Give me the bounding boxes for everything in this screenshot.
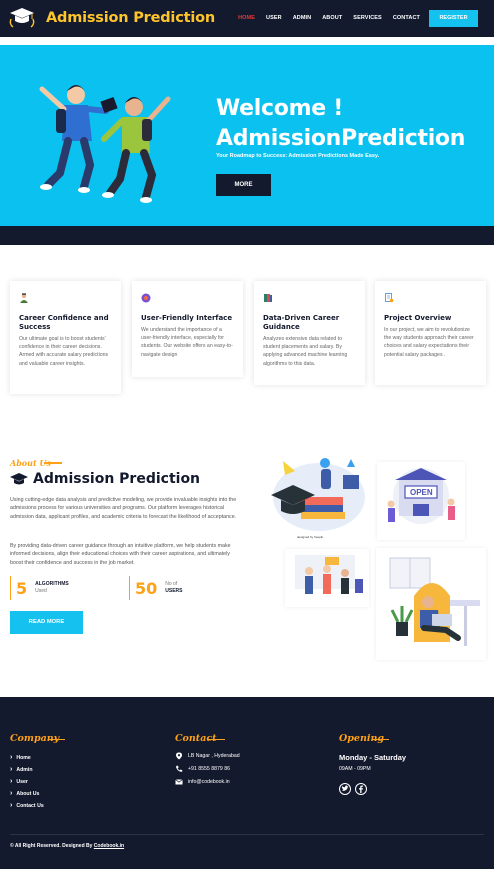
stat-label-line1: ALGORITHMS — [35, 581, 69, 587]
feature-title: Career Confidence and Success — [19, 314, 109, 331]
read-more-button[interactable]: READ MORE — [10, 611, 83, 634]
menu-item-admin[interactable]: ADMIN — [293, 15, 312, 21]
graduation-cap-icon — [10, 473, 28, 485]
stat-label: No of USERS — [165, 581, 182, 595]
stat-label-line2: Used — [35, 588, 47, 594]
open-sign-text: OPEN — [410, 488, 433, 497]
phone-text: +91 8555 8879 86 — [188, 766, 230, 772]
document-icon — [385, 293, 394, 303]
footer-link-admin[interactable]: Admin — [10, 766, 32, 773]
books-icon — [264, 294, 272, 302]
hero-banner: Welcome ! AdmissionPrediction Your Roadm… — [0, 45, 494, 226]
interface-icon — [141, 293, 151, 303]
stat-label-line1: No of — [165, 581, 178, 587]
email-icon — [175, 779, 183, 785]
stat-label-line2: USERS — [165, 588, 183, 594]
feature-title: User-Friendly Interface — [141, 314, 233, 322]
feature-title: Project Overview — [384, 314, 452, 322]
hero-title-line1: Welcome ! — [216, 96, 343, 121]
menu-item-user[interactable]: USER — [266, 15, 282, 21]
footer-address: LB Nagar , Hyderabad — [175, 752, 240, 760]
about-paragraph-2: By providing data-driven career guidance… — [10, 543, 231, 566]
phone-icon — [176, 765, 183, 772]
feature-card-career: Career Confidence and Success Our ultima… — [10, 281, 121, 394]
opening-hours: 09AM - 09PM — [339, 766, 371, 772]
stat-algorithms: 5 ALGORITHMS Used — [10, 576, 69, 600]
footer-heading-underline — [372, 739, 389, 741]
feature-text: Our ultimate goal is to boost students' … — [19, 336, 109, 367]
brand-name: Admission Prediction — [46, 10, 215, 26]
more-button[interactable]: MORE — [216, 174, 271, 196]
illustration-caption: designed by freepik — [297, 535, 324, 539]
about-tag-underline — [44, 462, 62, 464]
facebook-f-glyph — [359, 785, 363, 793]
footer-phone: +91 8555 8879 86 — [175, 765, 230, 773]
facebook-icon[interactable] — [355, 783, 367, 795]
register-button[interactable]: REGISTER — [429, 10, 478, 27]
hero-title: Welcome ! AdmissionPrediction — [216, 94, 465, 154]
stat-users: 50 No of USERS — [129, 576, 183, 600]
footer-link-home[interactable]: Home — [10, 754, 30, 761]
footer-link-user[interactable]: User — [10, 778, 28, 785]
main-menu: HOME USER ADMIN ABOUT SERVICES CONTACT — [227, 15, 420, 21]
student-icon — [20, 293, 28, 303]
email-text[interactable]: info@codebook.in — [188, 779, 230, 785]
menu-item-about[interactable]: ABOUT — [322, 15, 342, 21]
brand-logo[interactable]: Admission Prediction — [8, 7, 215, 29]
footer-heading-underline — [208, 739, 225, 741]
stat-number: 50 — [135, 578, 158, 598]
feature-card-interface: User-Friendly Interface We understand th… — [132, 281, 243, 377]
opening-days: Monday - Saturday — [339, 753, 407, 762]
location-pin-icon — [176, 752, 182, 760]
feature-text: We understand the importance of a user-f… — [141, 327, 233, 358]
menu-item-contact[interactable]: CONTACT — [393, 15, 420, 21]
open-building-illustration: OPEN — [377, 462, 465, 540]
team-meeting-illustration — [285, 549, 369, 607]
hero-bottom-band — [0, 226, 494, 245]
footer-link-about-us[interactable]: About Us — [10, 790, 39, 797]
copyright-prefix: © All Right Reserved. Designed By — [10, 843, 94, 849]
footer-email: info@codebook.in — [175, 778, 230, 786]
footer-divider — [10, 834, 484, 835]
top-navbar: Admission Prediction HOME USER ADMIN ABO… — [0, 0, 494, 37]
reading-student-illustration — [376, 548, 486, 660]
address-text: LB Nagar , Hyderabad — [188, 753, 240, 759]
hero-title-line2: AdmissionPrediction — [216, 126, 466, 151]
twitter-icon[interactable] — [339, 783, 351, 795]
about-title-text: Admission Prediction — [33, 471, 201, 487]
feature-card-overview: Project Overview In our project, we aim … — [375, 281, 486, 385]
footer-heading-underline — [48, 739, 65, 741]
codebook-link[interactable]: Codebook.in — [94, 843, 124, 849]
menu-item-home[interactable]: HOME — [238, 15, 255, 21]
footer-link-contact-us[interactable]: Contact Us — [10, 802, 43, 809]
stat-label: ALGORITHMS Used — [35, 581, 69, 595]
graduation-cap-logo-icon — [9, 8, 35, 28]
feature-text: In our project, we aim to revolutionize … — [384, 327, 474, 358]
about-title: Admission Prediction — [10, 471, 200, 487]
feature-card-guidance: Data-Driven Career Guidance Analyzes ext… — [254, 281, 365, 385]
about-paragraph-1: Using cutting-edge data analysis and pre… — [10, 497, 237, 520]
jumping-students-illustration — [39, 85, 171, 203]
hero-subtitle: Your Roadmap to Success: Admission Predi… — [216, 153, 380, 159]
feature-text: Analyzes extensive data related to stude… — [263, 336, 348, 367]
feature-title: Data-Driven Career Guidance — [263, 314, 340, 331]
twitter-bird-glyph — [341, 785, 349, 791]
menu-item-services[interactable]: SERVICES — [353, 15, 382, 21]
graduation-illustration: designed by freepik — [263, 453, 371, 541]
copyright-text: © All Right Reserved. Designed By Codebo… — [10, 843, 124, 849]
stat-number: 5 — [16, 578, 28, 598]
